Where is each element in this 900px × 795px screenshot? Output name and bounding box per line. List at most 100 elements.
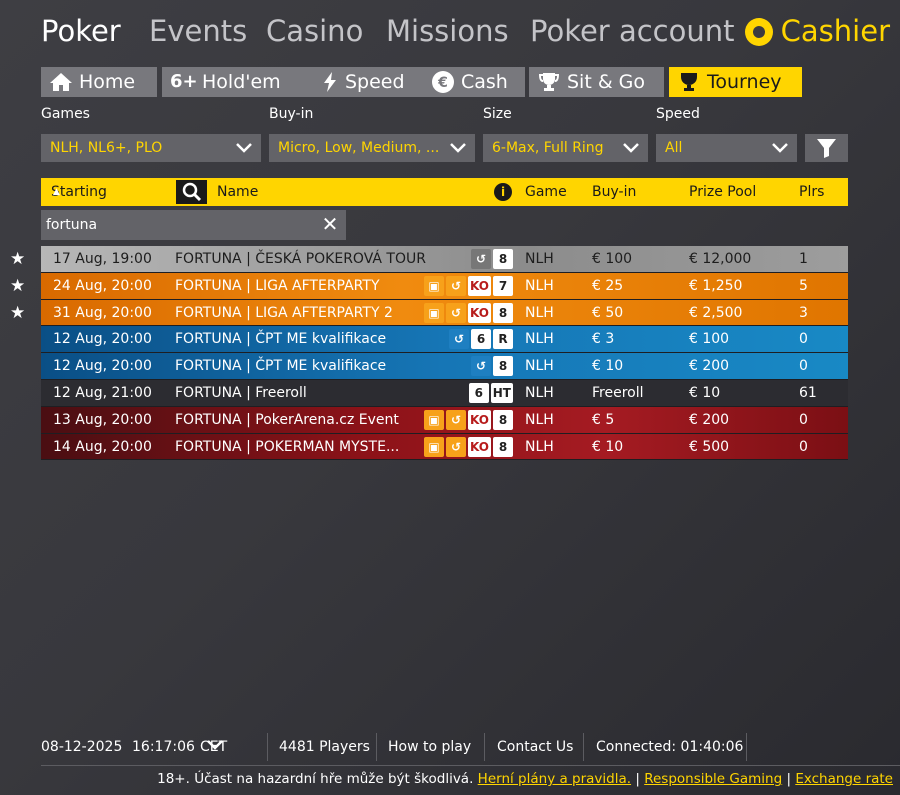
size-select[interactable]: 6-Max, Full Ring: [483, 134, 648, 162]
footer-bar: 08-12-2025 16:17:06 CET 4481 Players How…: [41, 733, 900, 761]
cell-buyin: € 50: [592, 304, 624, 321]
bounty-bag-icon: ▣: [424, 409, 445, 430]
games-select[interactable]: NLH, NL6+, PLO: [41, 134, 261, 162]
trophy-icon: [539, 73, 559, 91]
nav-events[interactable]: Events: [149, 12, 247, 50]
cell-date: 31 Aug, 20:00: [53, 304, 152, 321]
tournament-badges: 6 HT: [468, 382, 513, 403]
header-game[interactable]: Game: [525, 178, 567, 206]
table-header: Starting ▲ Name i Game Buy-in Prize Pool …: [41, 178, 848, 206]
cell-date: 24 Aug, 20:00: [53, 277, 152, 294]
nav-casino[interactable]: Casino: [266, 12, 363, 50]
table-row[interactable]: 12 Aug, 21:00 FORTUNA | Freeroll NLH Freero…: [41, 379, 848, 407]
tab-speed-label: Speed: [345, 71, 405, 93]
cell-plrs: 0: [799, 358, 808, 375]
legal-text: 18+. Účast na hazardní hře může být škod…: [157, 771, 474, 787]
tournament-list: 17 Aug, 19:00 FORTUNA | ČESKÁ POKEROVÁ TO…: [41, 246, 848, 461]
cell-buyin: € 25: [592, 277, 624, 294]
cell-prize: € 10: [689, 384, 721, 401]
buyin-select[interactable]: Micro, Low, Medium, ...: [269, 134, 475, 162]
timezone-select[interactable]: CET: [200, 733, 227, 761]
header-name[interactable]: Name: [217, 178, 258, 206]
pin-icon[interactable]: ★: [10, 276, 25, 296]
speed-select[interactable]: All: [656, 134, 797, 162]
divider: [376, 733, 377, 761]
exchange-rate-link[interactable]: Exchange rate: [795, 771, 893, 787]
cell-name: FORTUNA | PokerArena.cz Event: [175, 411, 399, 428]
pin-icon[interactable]: ★: [10, 249, 25, 269]
games-select-value: NLH, NL6+, PLO: [50, 140, 163, 156]
close-icon[interactable]: ✕: [320, 214, 340, 234]
table-row[interactable]: 13 Aug, 20:00 FORTUNA | PokerArena.cz Eve…: [41, 406, 848, 434]
contact-us-link[interactable]: Contact Us: [497, 733, 573, 761]
cell-prize: € 200: [689, 411, 730, 428]
rebuy-icon: ↺: [449, 329, 469, 350]
cell-name: FORTUNA | ČPT ME kvalifikace: [175, 358, 387, 375]
nav-poker[interactable]: Poker: [41, 12, 121, 50]
cell-game: NLH: [525, 277, 554, 294]
badge: 8: [493, 249, 513, 269]
info-icon[interactable]: i: [494, 183, 512, 201]
cell-date: 12 Aug, 21:00: [53, 384, 152, 401]
connection-status: Connected: 01:40:06: [596, 739, 744, 755]
filter-button[interactable]: [805, 134, 848, 162]
cell-plrs: 0: [799, 411, 808, 428]
table-row[interactable]: 12 Aug, 20:00 FORTUNA | ČPT ME kvalifikac…: [41, 326, 848, 354]
6plus-icon: 6+: [170, 71, 198, 92]
nav-poker-account[interactable]: Poker account: [530, 12, 734, 50]
legal-notice: 18+. Účast na hazardní hře může být škod…: [157, 771, 893, 787]
cell-prize: € 100: [689, 331, 730, 348]
cell-plrs: 1: [799, 251, 808, 267]
knockout-badge: KO: [468, 409, 491, 430]
cell-buyin: Freeroll: [592, 384, 644, 401]
nav-missions[interactable]: Missions: [386, 12, 509, 50]
tournament-badges: ▣ ↺ KO 7: [424, 275, 513, 296]
chevron-down-icon: [772, 143, 788, 153]
bounty-bag-icon: ▣: [424, 275, 445, 296]
tab-sit-and-go[interactable]: Sit & Go: [529, 67, 664, 97]
game-rules-link[interactable]: Herní plány a pravidla.: [478, 771, 631, 787]
cell-prize: € 1,250: [689, 277, 743, 294]
responsible-gaming-link[interactable]: Responsible Gaming: [644, 771, 782, 787]
cell-name: FORTUNA | LIGA AFTERPARTY 2: [175, 304, 393, 321]
table-row[interactable]: 31 Aug, 20:00 FORTUNA | LIGA AFTERPARTY 2…: [41, 299, 848, 327]
cell-game: NLH: [525, 304, 554, 321]
table-row[interactable]: 17 Aug, 19:00 FORTUNA | ČESKÁ POKEROVÁ TO…: [41, 246, 848, 273]
tournament-badges: ▣ ↺ KO 8: [424, 409, 513, 430]
cell-game: NLH: [525, 358, 554, 375]
header-players[interactable]: Plrs: [799, 178, 824, 206]
tournament-badges: ↺ 8: [471, 356, 513, 377]
cell-date: 13 Aug, 20:00: [53, 411, 152, 428]
tab-home[interactable]: Home: [41, 67, 157, 97]
footer-divider: [41, 765, 900, 766]
cell-plrs: 0: [799, 331, 808, 348]
table-row[interactable]: 12 Aug, 20:00 FORTUNA | ČPT ME kvalifikac…: [41, 353, 848, 380]
tab-cash[interactable]: € Cash: [423, 67, 525, 97]
tab-tourney[interactable]: Tourney: [669, 67, 802, 97]
cell-plrs: 3: [799, 304, 808, 321]
speed-label: Speed: [656, 106, 700, 122]
nav-cashier[interactable]: Cashier: [744, 12, 890, 50]
table-row[interactable]: 24 Aug, 20:00 FORTUNA | LIGA AFTERPARTY NL…: [41, 272, 848, 300]
how-to-play-link[interactable]: How to play: [388, 733, 471, 761]
badge: 8: [493, 302, 513, 323]
tab-tourney-label: Tourney: [707, 71, 782, 93]
search-input[interactable]: [46, 210, 306, 240]
pin-icon[interactable]: ★: [10, 303, 25, 323]
tab-holdem-label: Hold'em: [202, 71, 281, 93]
chevron-down-icon: [450, 143, 466, 153]
speed-select-value: All: [665, 140, 683, 156]
header-buyin[interactable]: Buy-in: [592, 178, 636, 206]
badge: HT: [490, 382, 513, 403]
table-row[interactable]: 14 Aug, 20:00 FORTUNA | POKERMAN MYSTE...…: [41, 433, 848, 461]
badge: 7: [493, 275, 513, 296]
cell-date: 17 Aug, 19:00: [53, 251, 152, 267]
cell-buyin: € 10: [592, 438, 624, 455]
search-toggle[interactable]: [176, 180, 207, 204]
cell-name: FORTUNA | ČESKÁ POKEROVÁ TOUR: [175, 251, 426, 267]
cell-prize: € 500: [689, 438, 730, 455]
header-prize-pool[interactable]: Prize Pool: [689, 178, 756, 206]
chevron-down-icon: [236, 143, 252, 153]
rebuy-icon: ↺: [446, 302, 467, 323]
search-icon: [182, 182, 202, 202]
